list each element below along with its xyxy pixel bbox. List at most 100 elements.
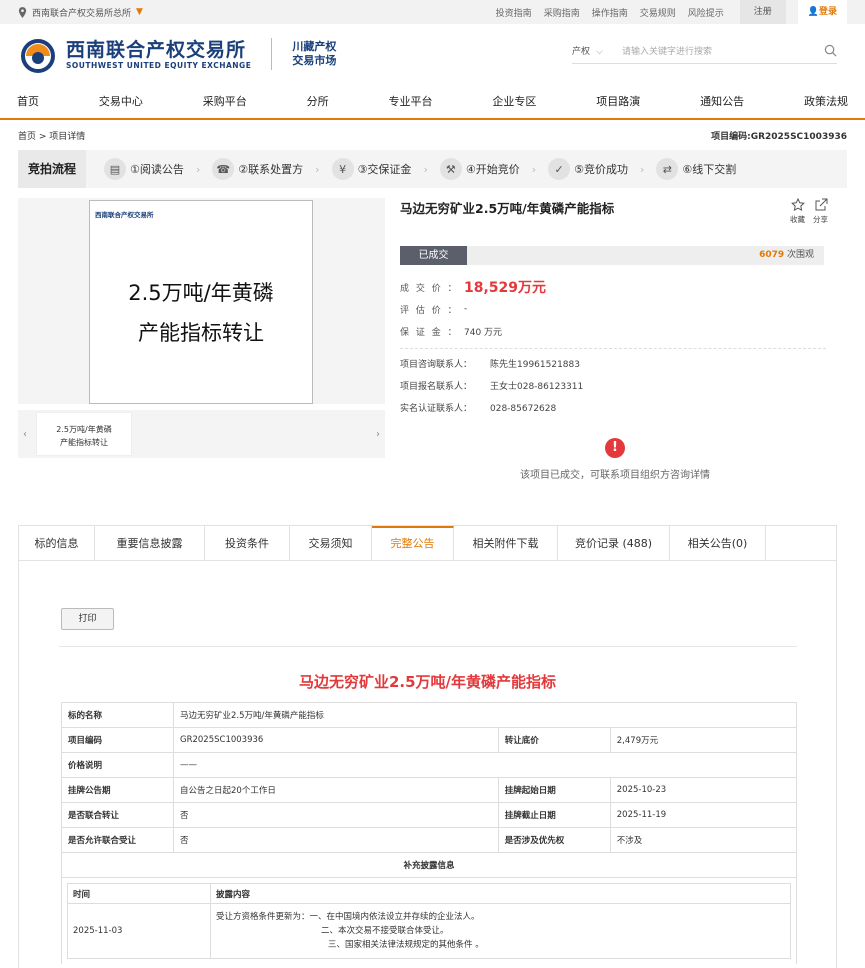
location-label: 西南联合产权交易所总所 (32, 8, 132, 19)
link-trade-rules[interactable]: 交易规则 (640, 6, 676, 19)
supplement-content: 受让方资格条件更新为：一、在中国境内依法设立并存续的企业法人。 二、本次交易不接… (210, 903, 791, 959)
nav-trade-center[interactable]: 交易中心 (99, 93, 143, 109)
detail-tabs-panel: 标的信息 重要信息披露 投资条件 交易须知 完整公告 相关附件下载 竞价记录 (… (18, 525, 837, 968)
detail-tabs: 标的信息 重要信息披露 投资条件 交易须知 完整公告 相关附件下载 竞价记录 (… (19, 526, 836, 561)
contact-value: 028-85672628 (490, 404, 557, 414)
flow-step-label: ③交保证金 (357, 163, 412, 176)
flow-step-success: ✓ ⑤竞价成功 (548, 158, 628, 180)
status-bar: 已成交 6079 次围观 (400, 246, 824, 265)
thumb-next-icon[interactable]: › (371, 410, 385, 458)
cell-value: 否 (173, 827, 499, 853)
project-code-value: GR2025SC1003936 (750, 131, 847, 142)
cell-label: 挂牌起始日期 (497, 777, 611, 803)
register-button[interactable]: 注册 (739, 0, 786, 24)
link-purchase-guide[interactable]: 采购指南 (544, 6, 580, 19)
nav-roadshow[interactable]: 项目路演 (596, 93, 640, 109)
cell-label: 项目编码 (61, 727, 174, 753)
image-caption-line2: 产能指标转让 (138, 321, 264, 345)
chevron-right-icon: › (423, 162, 428, 176)
chevron-down-icon: ⌵ (596, 47, 603, 57)
flow-step-label: ①阅读公告 (130, 163, 184, 176)
deal-price-value: 18,529万元 (464, 280, 547, 296)
table-row: 是否允许联合受让 否 是否涉及优先权 不涉及 (61, 827, 798, 853)
tab-trade-notes[interactable]: 交易须知 (290, 526, 372, 561)
supplement-title: 补充披露信息 (61, 852, 797, 878)
image-caption: 2.5万吨/年黄磷 产能指标转让 (90, 273, 312, 353)
logo-emblem-icon (21, 39, 55, 73)
link-operation-guide[interactable]: 操作指南 (592, 6, 628, 19)
favorite-label: 收藏 (790, 215, 805, 224)
tab-bid-records[interactable]: 竞价记录 (488) (558, 526, 670, 561)
cell-value: 2025-11-19 (609, 802, 798, 828)
cell-label: 标的名称 (61, 702, 174, 728)
nav-purchase-platform[interactable]: 采购平台 (203, 93, 247, 109)
table-row: 是否联合转让 否 挂牌截止日期 2025-11-19 (61, 802, 798, 828)
thumb-line1: 2.5万吨/年黄磷 (56, 425, 112, 434)
phone-icon: ☎ (212, 158, 235, 180)
search-icon[interactable] (824, 44, 837, 57)
nav-home[interactable]: 首页 (17, 93, 39, 109)
thumbnail-strip: ‹ 2.5万吨/年黄磷 产能指标转让 › (18, 410, 385, 458)
price-info: 成 交 价 ： 18,529万元 评 估 价 ： - 保 证 金 ： 740 万元 (400, 276, 546, 342)
cell-label: 是否联合转让 (61, 802, 174, 828)
search-input[interactable]: 请输入关键字进行搜索 (622, 44, 824, 57)
supplement-time-header: 时间 (67, 883, 211, 904)
print-button[interactable]: 打印 (61, 608, 114, 630)
deposit-value: 740 万元 (464, 327, 503, 338)
table-row: 项目编码 GR2025SC1003936 转让底价 2,479万元 (61, 727, 798, 753)
breadcrumb-path[interactable]: 首页 > 项目详情 (18, 129, 85, 142)
image-caption-line1: 2.5万吨/年黄磷 (128, 281, 274, 305)
cell-label: 是否允许联合受让 (61, 827, 174, 853)
project-image-viewer: 西南联合产权交易所 2.5万吨/年黄磷 产能指标转让 (18, 198, 385, 404)
tab-full-announcement[interactable]: 完整公告 (372, 526, 454, 561)
tab-target-info[interactable]: 标的信息 (19, 526, 95, 561)
logo-divider (271, 38, 273, 70)
info-divider (400, 348, 826, 349)
deposit-label: 保 证 金 ： (400, 327, 459, 338)
contact-row-signup: 项目报名联系人： 王女士028-86123311 (400, 376, 583, 398)
flow-step-label: ②联系处置方 (238, 163, 304, 176)
search-category-select[interactable]: 产权 ⌵ (572, 44, 622, 57)
tab-disclosure[interactable]: 重要信息披露 (95, 526, 205, 561)
tab-invest-conditions[interactable]: 投资条件 (205, 526, 290, 561)
nav-pro-platform[interactable]: 专业平台 (389, 93, 433, 109)
tab-related-notices[interactable]: 相关公告(0) (670, 526, 766, 561)
cell-value: 2025-10-23 (609, 777, 798, 803)
location-selector[interactable]: 西南联合产权交易所总所 ▼ (18, 6, 143, 19)
document-icon: ▤ (104, 158, 126, 180)
nav-policies[interactable]: 政策法规 (804, 93, 848, 109)
user-icon: 👤 (807, 7, 819, 17)
site-logo[interactable]: 西南联合产权交易所 SOUTHWEST UNITED EQUITY EXCHAN… (18, 34, 336, 74)
nav-branches[interactable]: 分所 (307, 93, 329, 109)
supplement-content-header: 披露内容 (210, 883, 791, 904)
thumb-line2: 产能指标转让 (60, 438, 108, 447)
top-bar: 西南联合产权交易所总所 ▼ 投资指南 采购指南 操作指南 交易规则 风险提示 注… (0, 0, 865, 24)
chevron-right-icon: › (195, 162, 201, 176)
eval-price-label: 评 估 价 ： (400, 305, 459, 316)
cell-value: 2,479万元 (609, 727, 798, 753)
contact-label: 项目咨询联系人： (400, 360, 473, 370)
favorite-button[interactable]: 收藏 (790, 198, 805, 225)
table-row: 挂牌公告期 自公告之日起20个工作日 挂牌起始日期 2025-10-23 (61, 777, 798, 803)
announcement-table: 标的名称 马边无穷矿业2.5万吨/年黄磷产能指标 项目编码 GR2025SC10… (61, 702, 798, 964)
nav-announcements[interactable]: 通知公告 (700, 93, 744, 109)
thumb-prev-icon[interactable]: ‹ (18, 410, 32, 458)
thumbnail-item[interactable]: 2.5万吨/年黄磷 产能指标转让 (36, 412, 132, 456)
check-icon: ✓ (548, 158, 571, 180)
deal-price-label: 成 交 价 ： (400, 283, 459, 294)
link-risk-notice[interactable]: 风险提示 (688, 6, 724, 19)
login-button[interactable]: 👤登录 (797, 0, 847, 24)
cell-label: 价格说明 (61, 752, 174, 778)
status-badge: 已成交 (400, 246, 467, 265)
view-count-suffix: 次围观 (784, 250, 814, 260)
share-button[interactable]: 分享 (813, 198, 828, 225)
link-invest-guide[interactable]: 投资指南 (496, 6, 532, 19)
tab-attachments[interactable]: 相关附件下载 (454, 526, 558, 561)
eval-price-value: - (464, 304, 468, 314)
cell-value: 否 (173, 802, 499, 828)
logo-cn-text: 西南联合产权交易所 (66, 38, 247, 61)
project-main-image[interactable]: 西南联合产权交易所 2.5万吨/年黄磷 产能指标转让 (89, 200, 313, 404)
supplement-line: 受让方资格条件更新为：一、在中国境内依法设立并存续的企业法人。 (216, 912, 480, 922)
nav-enterprise[interactable]: 企业专区 (492, 93, 536, 109)
deal-notice-text: 该项目已成交，可联系项目组织方咨询详情 (520, 470, 710, 481)
